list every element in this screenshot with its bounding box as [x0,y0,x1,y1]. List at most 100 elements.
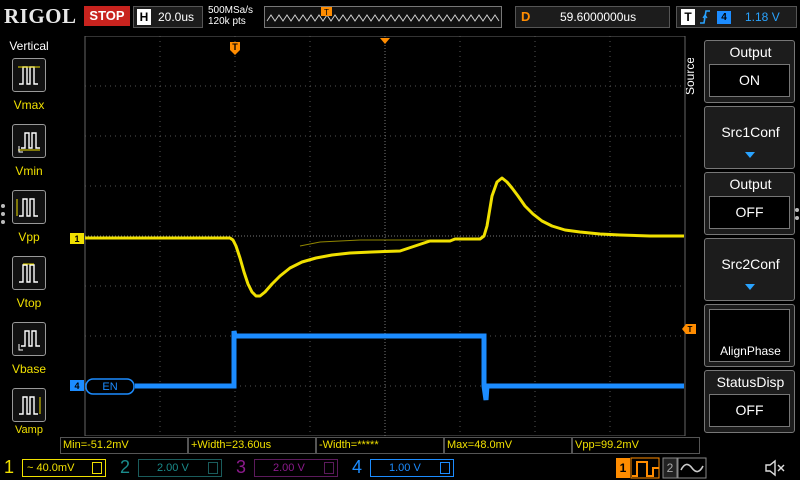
src1conf-chevron-down-icon [745,152,755,158]
vamp-icon [19,396,41,415]
channel-3-scale-box: 2.00 V [254,459,338,477]
trigger-level: 1.18 V [745,10,780,24]
statusdisp-label: StatusDisp [716,374,785,390]
measurement-results-bar: Min=-51.2mV +Width=23.60us -Width=***** … [60,437,700,454]
sample-rate: 500MSa/s [208,5,254,16]
svg-text:1: 1 [74,234,79,244]
channel-1-status[interactable]: 1 ~ 40.0mV [2,456,114,480]
vbase-button[interactable] [12,322,46,356]
svg-text:T: T [688,325,693,334]
vmin-label: Vmin [15,164,43,178]
vpp-button[interactable] [12,190,46,224]
vtop-icon [19,263,38,283]
src2conf-softkey[interactable]: Src2Conf [704,238,795,301]
vbase-label: Vbase [11,362,47,376]
brand-logo: RIGOL [4,4,77,28]
channel-2-scale: 2.00 V [157,462,189,474]
channel-1-number: 1 [4,457,15,477]
horizontal-key: H [137,9,151,25]
memory-waveform-overview: T [266,7,500,22]
channel-4-scale-box: 1.00 V [370,459,454,477]
memory-overview-bar[interactable]: T [264,6,502,28]
horizontal-timebase[interactable]: H 20.0us [133,6,203,28]
vpp-label: Vpp [18,230,40,244]
left-menu-scroll-dots[interactable] [0,202,6,226]
vamp-button[interactable] [12,388,46,422]
vtop-button[interactable] [12,256,46,290]
channel-2-status[interactable]: 2 2.00 V [118,456,230,480]
channel-2-bandwidth-icon [208,462,218,474]
channel-4-bandwidth-icon [440,462,450,474]
memory-depth: 120k pts [208,16,246,27]
vertical-menu-title: Vertical [9,39,49,53]
channel-2-scale-box: 2.00 V [138,459,222,477]
measurement-min[interactable]: Min=-51.2mV [60,437,188,454]
measurement-neg-width[interactable]: -Width=***** [316,437,444,454]
trigger-settings[interactable]: T 4 1.18 V [676,6,797,28]
channel-1-coupling-icon: ~ [27,462,34,474]
run-stop-status[interactable]: STOP [84,6,130,26]
center-position-marker [380,38,390,44]
svg-text:2: 2 [667,461,674,475]
channel-4-name-label: EN [85,378,135,395]
channel-3-bandwidth-icon [324,462,334,474]
source-output-icon[interactable]: 1 2 [615,456,707,480]
trigger-source-badge: 4 [717,11,731,24]
right-menu-scroll-dots[interactable] [794,206,800,226]
rising-edge-icon [700,10,710,24]
svg-text:EN: EN [102,381,117,393]
measurement-max[interactable]: Max=48.0mV [444,437,572,454]
delay-key: D [521,9,531,24]
trigger-position-marker[interactable]: T [230,42,240,55]
alignphase-inner: AlignPhase [709,309,790,362]
source-softkey-menu: Output ON Src1Conf Output OFF Src2Conf A… [704,40,800,436]
source-menu-tab: Source [683,57,702,98]
waveform-display[interactable]: T 1 4 EN T [60,35,696,437]
channel-4-status[interactable]: 4 1.00 V [350,456,462,480]
statusdisp-value: OFF [709,394,790,427]
channel-1-ground-marker[interactable]: 1 [70,233,84,244]
acquisition-info: 500MSa/s 120k pts [208,5,253,27]
svg-text:T: T [324,8,329,17]
measurement-vpp[interactable]: Vpp=99.2mV [572,437,700,454]
speaker-mute-icon[interactable] [764,459,786,477]
channel-1-scale: 40.0mV [36,462,75,474]
vmax-icon [18,66,40,85]
timebase-value: 20.0us [158,10,195,24]
vmax-button[interactable] [12,58,46,92]
channel-3-number: 3 [236,457,247,477]
src2conf-chevron-down-icon [745,284,755,290]
output2-label: Output [729,176,772,192]
alignphase-softkey[interactable]: AlignPhase [704,304,795,367]
svg-text:4: 4 [74,381,79,391]
channel-3-status[interactable]: 3 2.00 V [234,456,346,480]
channel-4-number: 4 [352,457,363,477]
measure-sidebar: Vertical Vmax Vmin Vpp Vtop Vbase Vamp [0,36,58,436]
src1conf-softkey[interactable]: Src1Conf [704,106,795,169]
src1conf-label: Src1Conf [721,124,780,140]
top-status-bar: RIGOL STOP H 20.0us 500MSa/s 120k pts T … [0,0,800,34]
channel-3-scale: 2.00 V [273,462,305,474]
measurement-pos-width[interactable]: +Width=23.60us [188,437,316,454]
channel-4-trace [135,330,684,401]
trigger-delay[interactable]: D 59.6000000us [515,6,670,28]
trigger-level-marker[interactable]: T [682,324,696,334]
vtop-label: Vtop [16,296,42,310]
src2conf-label: Src2Conf [721,256,780,272]
statusdisp-softkey[interactable]: StatusDisp OFF [704,370,795,433]
delay-value: 59.6000000us [560,10,637,24]
svg-text:Source: Source [686,58,697,95]
output1-softkey[interactable]: Output ON [704,40,795,103]
trigger-key: T [681,9,695,25]
output1-value: ON [709,64,790,97]
svg-text:T: T [232,42,238,52]
channel-4-ground-marker[interactable]: 4 [70,380,84,391]
svg-text:1: 1 [620,461,627,475]
output2-value: OFF [709,196,790,229]
graticule [84,35,686,437]
channel-4-scale: 1.00 V [389,462,421,474]
vmin-button[interactable] [12,124,46,158]
channel-status-bar: 1 ~ 40.0mV 2 2.00 V 3 2.00 V 4 1.00 V 1 [0,455,800,480]
channel-1-bandwidth-icon [92,462,102,474]
output2-softkey[interactable]: Output OFF [704,172,795,235]
